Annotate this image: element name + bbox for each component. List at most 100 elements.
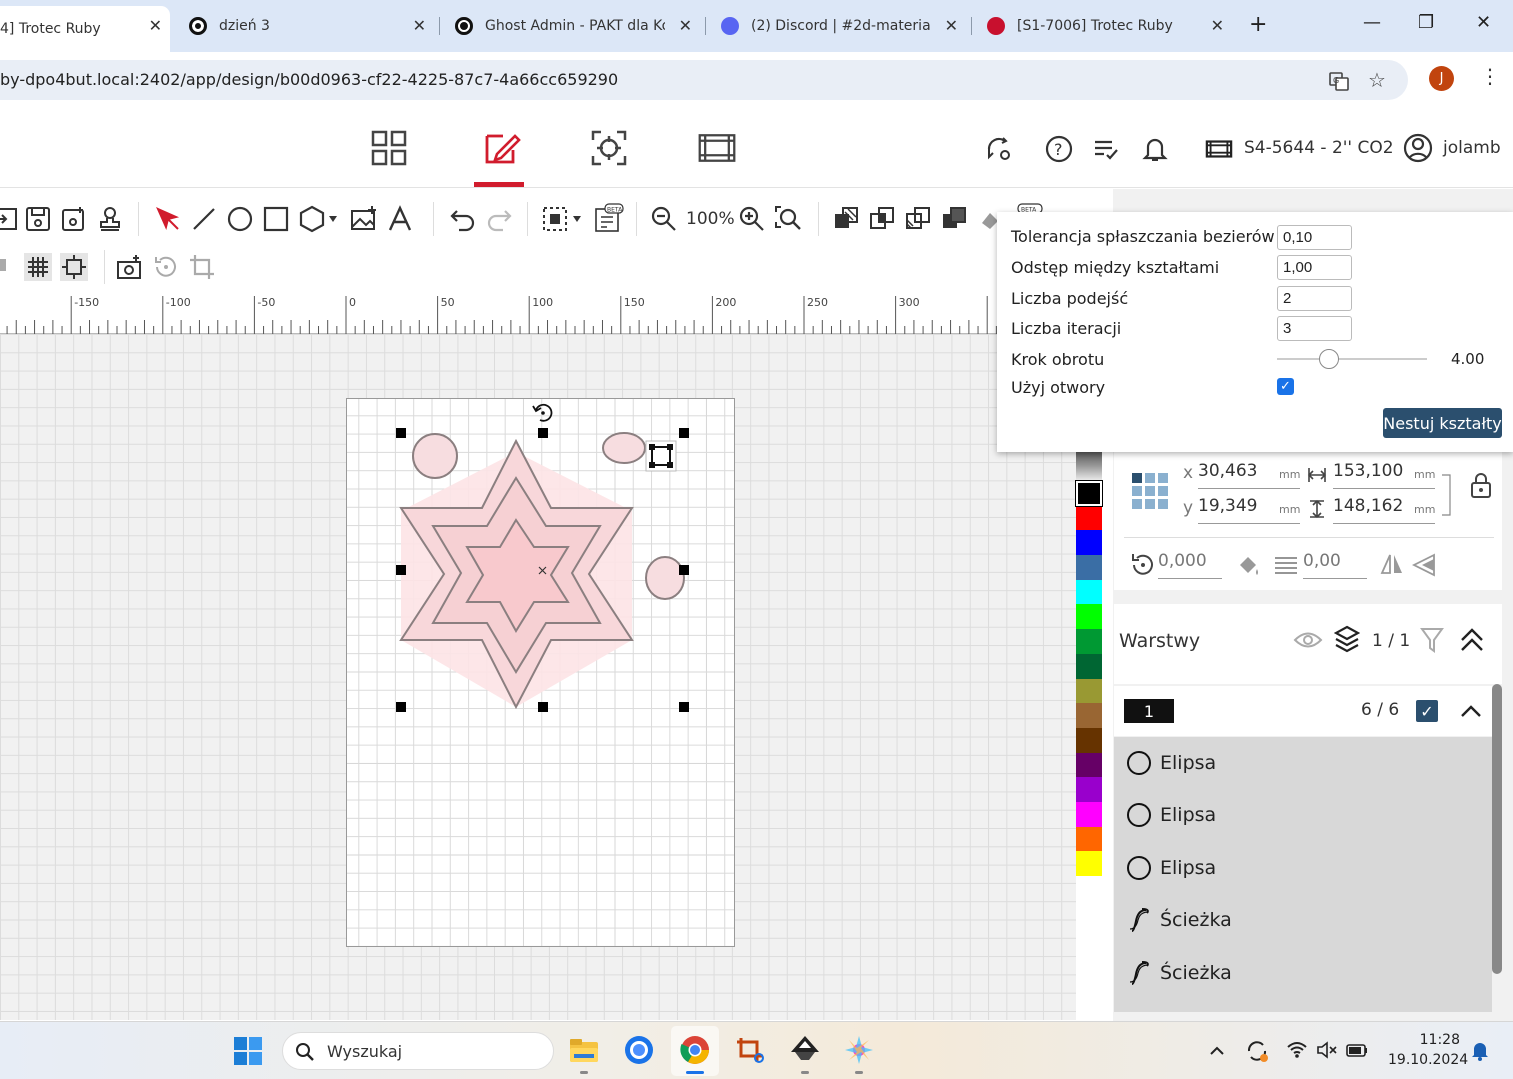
windows-start-icon[interactable] bbox=[233, 1036, 263, 1066]
color-swatch[interactable] bbox=[1076, 777, 1102, 802]
beta-feature-icon[interactable]: BETA bbox=[593, 203, 625, 235]
save-icon[interactable] bbox=[24, 205, 52, 233]
zoom-out-icon[interactable] bbox=[650, 205, 678, 233]
system-clock[interactable]: 11:28 19.10.2024 bbox=[1388, 1030, 1468, 1070]
rotation-step-slider-knob[interactable] bbox=[1319, 349, 1339, 369]
snipping-tool-icon[interactable] bbox=[735, 1034, 767, 1066]
chevron-up-icon[interactable] bbox=[1459, 699, 1483, 723]
node-edit-handle-icon[interactable] bbox=[645, 440, 677, 472]
color-swatch[interactable] bbox=[1076, 555, 1102, 580]
notifications-bell-icon[interactable] bbox=[1141, 135, 1169, 163]
close-window-icon[interactable]: ✕ bbox=[1476, 12, 1491, 33]
color-swatch[interactable] bbox=[1076, 727, 1102, 753]
snap-center-icon[interactable] bbox=[60, 253, 88, 281]
color-swatch[interactable] bbox=[1076, 604, 1102, 630]
layer-visible-checkbox[interactable]: ✓ bbox=[1416, 700, 1438, 722]
text-tool-icon[interactable] bbox=[386, 205, 414, 233]
list-item[interactable]: Elipsa bbox=[1114, 842, 1492, 894]
sync-settings-icon[interactable] bbox=[985, 135, 1013, 163]
battery-icon[interactable] bbox=[1346, 1040, 1368, 1060]
color-swatch[interactable] bbox=[1076, 801, 1102, 827]
gradient-swatch[interactable] bbox=[1076, 451, 1102, 481]
intersect-icon[interactable] bbox=[904, 205, 932, 233]
machine-selector[interactable]: S4-5644 - 2'' CO2 bbox=[1244, 138, 1394, 158]
import-icon[interactable] bbox=[0, 205, 20, 233]
minimize-icon[interactable]: — bbox=[1363, 12, 1381, 33]
tab-ghost-admin[interactable]: Ghost Admin - PAKT dla Ko ✕ bbox=[438, 8, 700, 44]
photos-app-icon[interactable] bbox=[843, 1034, 875, 1066]
redo-icon[interactable] bbox=[485, 205, 513, 233]
translate-icon[interactable]: G bbox=[1328, 70, 1350, 92]
color-swatch[interactable] bbox=[1076, 752, 1102, 778]
tab-discord[interactable]: (2) Discord | #2d-materialy ✕ bbox=[704, 8, 966, 44]
close-tab-icon[interactable]: ✕ bbox=[679, 16, 692, 35]
list-item[interactable]: Ścieżka bbox=[1114, 894, 1492, 946]
design-shapes[interactable] bbox=[0, 334, 1076, 1020]
close-tab-icon[interactable]: ✕ bbox=[413, 16, 426, 35]
line-spacing-icon[interactable] bbox=[1272, 551, 1300, 579]
tab-dzien-3[interactable]: dzień 3 ✕ bbox=[172, 8, 434, 44]
ellipse-tool-icon[interactable] bbox=[226, 205, 254, 233]
color-swatch[interactable] bbox=[1076, 530, 1102, 556]
select-arrow-icon[interactable] bbox=[154, 205, 182, 233]
polygon-tool-icon[interactable] bbox=[298, 205, 340, 233]
color-swatch[interactable] bbox=[1076, 826, 1102, 852]
layers-scrollbar[interactable] bbox=[1492, 684, 1502, 974]
fill-color-icon[interactable] bbox=[1234, 551, 1262, 579]
tab-trotec-ruby-active[interactable]: 4] Trotec Ruby ✕ bbox=[0, 6, 170, 52]
ellipse-shape[interactable] bbox=[645, 556, 685, 600]
user-account-icon[interactable] bbox=[1403, 133, 1433, 163]
url-text[interactable]: by-dpo4but.local:2402/app/design/b00d096… bbox=[0, 70, 618, 89]
ellipse-shape[interactable] bbox=[412, 433, 458, 479]
flip-horizontal-icon[interactable] bbox=[1378, 551, 1406, 579]
zoom-fit-icon[interactable] bbox=[774, 205, 802, 233]
union-icon[interactable] bbox=[832, 205, 860, 233]
rotation-step-slider-track[interactable] bbox=[1277, 358, 1427, 360]
color-swatch[interactable] bbox=[1076, 629, 1102, 654]
attempts-input[interactable] bbox=[1277, 286, 1352, 311]
bookmark-star-icon[interactable]: ☆ bbox=[1368, 68, 1386, 92]
color-swatch[interactable] bbox=[1076, 505, 1102, 531]
rotate-reset-icon[interactable] bbox=[152, 253, 180, 281]
browser-menu-icon[interactable]: ⋮ bbox=[1480, 64, 1500, 88]
zoom-level[interactable]: 100% bbox=[686, 209, 735, 229]
restore-icon[interactable]: ❐ bbox=[1418, 12, 1434, 33]
arrange-icon[interactable] bbox=[541, 205, 585, 233]
add-photo-icon[interactable] bbox=[116, 253, 144, 281]
iterations-input[interactable] bbox=[1277, 316, 1352, 341]
bezier-tolerance-input[interactable] bbox=[1277, 225, 1352, 250]
layers-stack-icon[interactable] bbox=[1334, 625, 1360, 655]
eye-visibility-icon[interactable] bbox=[1293, 629, 1323, 651]
ellipse-shape[interactable] bbox=[602, 432, 646, 464]
chrome-profile-icon[interactable] bbox=[623, 1034, 655, 1066]
task-list-icon[interactable] bbox=[1092, 135, 1120, 163]
undo-icon[interactable] bbox=[449, 205, 477, 233]
username[interactable]: jolamb bbox=[1443, 138, 1501, 158]
close-tab-icon[interactable]: ✕ bbox=[1211, 16, 1224, 35]
omnibox[interactable]: by-dpo4but.local:2402/app/design/b00d096… bbox=[0, 60, 1408, 100]
inkscape-icon[interactable] bbox=[789, 1034, 821, 1066]
notification-bell-icon[interactable] bbox=[1470, 1040, 1490, 1062]
tab-s1-7006-trotec-ruby[interactable]: [S1-7006] Trotec Ruby ✕ bbox=[970, 8, 1232, 44]
color-swatch[interactable] bbox=[1075, 480, 1103, 507]
list-item[interactable]: Elipsa bbox=[1114, 789, 1492, 841]
use-holes-checkbox[interactable]: ✓ bbox=[1277, 378, 1294, 395]
image-tool-icon[interactable] bbox=[350, 205, 378, 233]
color-swatch[interactable] bbox=[1076, 678, 1102, 704]
exclude-icon[interactable] bbox=[940, 205, 968, 233]
sync-tray-icon[interactable] bbox=[1245, 1039, 1269, 1063]
position-target-icon[interactable] bbox=[589, 128, 629, 168]
machine-queue-icon[interactable] bbox=[697, 128, 737, 168]
color-swatch[interactable] bbox=[1076, 851, 1102, 876]
crop-icon[interactable] bbox=[188, 253, 216, 281]
volume-muted-icon[interactable] bbox=[1316, 1040, 1338, 1060]
chrome-browser-icon[interactable] bbox=[679, 1034, 711, 1066]
save-as-icon[interactable] bbox=[60, 205, 88, 233]
help-icon[interactable]: ? bbox=[1045, 135, 1073, 163]
snap-icon[interactable] bbox=[0, 253, 16, 281]
design-edit-icon[interactable] bbox=[481, 128, 521, 168]
layer-color-badge[interactable]: 1 bbox=[1124, 699, 1174, 723]
design-canvas[interactable] bbox=[0, 334, 1076, 1020]
list-item[interactable]: Elipsa bbox=[1114, 737, 1492, 789]
layer-row[interactable]: 1 6 / 6 ✓ bbox=[1114, 686, 1492, 736]
